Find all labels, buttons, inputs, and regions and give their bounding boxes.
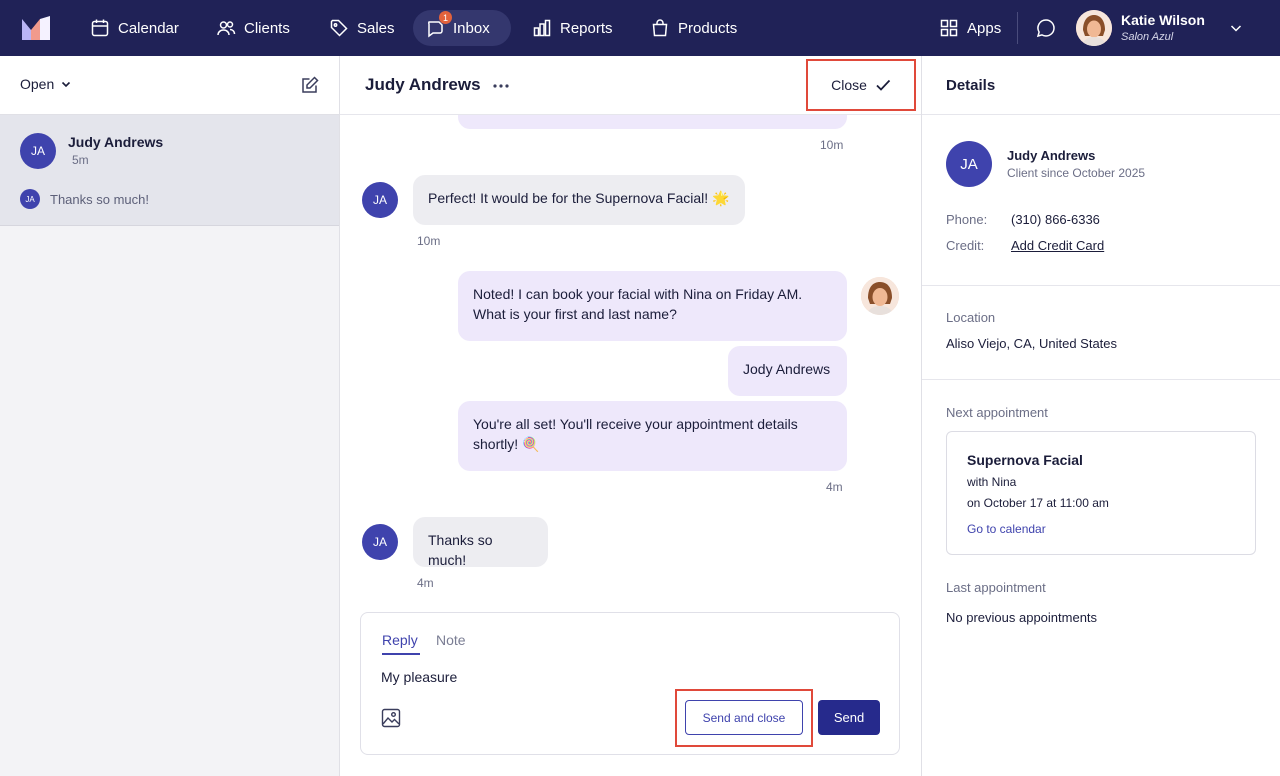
last-appointment-label: Last appointment [946, 580, 1046, 595]
location-section: Location Aliso Viejo, CA, United States [922, 286, 1280, 380]
preview-avatar: JA [20, 189, 40, 209]
message-time: 10m [820, 138, 844, 152]
nav-reports[interactable]: Reports [520, 10, 625, 46]
appointment-service: Supernova Facial [967, 452, 1083, 468]
credit-label: Credit: [946, 238, 985, 253]
conversation-panel: Judy Andrews Close 10m JA Perfect! It wo… [340, 56, 921, 776]
next-appointment-card: Supernova Facial with Nina on October 17… [946, 431, 1256, 555]
incoming-message: Perfect! It would be for the Supernova F… [413, 175, 745, 225]
tab-reply[interactable]: Reply [382, 632, 418, 648]
details-header: Details [922, 56, 1280, 115]
details-panel: Details JA Judy Andrews Client since Oct… [921, 56, 1280, 776]
send-and-close-button[interactable]: Send and close [685, 700, 803, 735]
chevron-down-icon[interactable] [1228, 20, 1244, 36]
nav-sales[interactable]: Sales [317, 10, 407, 46]
active-tab-indicator [382, 653, 420, 655]
conversation-header: Judy Andrews Close [340, 56, 921, 115]
location-label: Location [946, 310, 996, 325]
phone-value: (310) 866-6336 [1011, 212, 1100, 227]
close-label: Close [831, 77, 867, 93]
calendar-icon [91, 19, 109, 37]
nav-inbox-label: Inbox [453, 19, 490, 37]
tag-icon [330, 19, 348, 37]
conversation-title: Judy Andrews [365, 75, 481, 94]
reply-input[interactable] [381, 665, 881, 689]
client-name: Judy Andrews [1007, 148, 1096, 163]
compose-icon[interactable] [300, 75, 320, 95]
nav-reports-label: Reports [560, 19, 613, 37]
tab-note[interactable]: Note [436, 632, 466, 648]
nav-sales-label: Sales [357, 19, 395, 37]
user-avatar[interactable] [1076, 10, 1112, 46]
appointment-staff: with Nina [967, 475, 1017, 489]
checkmark-icon [876, 79, 891, 91]
location-value: Aliso Viejo, CA, United States [946, 336, 1118, 351]
client-since: Client since October 2025 [1007, 166, 1146, 180]
chevron-down-icon [62, 81, 71, 88]
message-time: 4m [417, 576, 434, 590]
apps-button[interactable]: Apps [927, 10, 1013, 46]
status-filter-dropdown[interactable]: Open [20, 76, 72, 92]
conversation-list-item[interactable]: JA Judy Andrews 5m JA Thanks so much! [0, 115, 339, 226]
last-appointment-value: No previous appointments [946, 610, 1098, 625]
nav-products-label: Products [678, 19, 738, 37]
appointment-time: on October 17 at 11:00 am [967, 496, 1109, 510]
nav-inbox[interactable]: 1 Inbox [413, 10, 511, 46]
nav-clients[interactable]: Clients [204, 10, 302, 46]
nav-divider [1017, 12, 1018, 44]
go-to-calendar-link[interactable]: Go to calendar [967, 522, 1046, 536]
bar-chart-icon [533, 19, 551, 37]
status-filter-label: Open [20, 76, 55, 92]
outgoing-message: Noted! I can book your facial with Nina … [458, 271, 847, 341]
agent-avatar [861, 277, 899, 315]
contact-avatar: JA [362, 182, 398, 218]
nav-calendar-label: Calendar [118, 19, 179, 37]
agent-photo-icon [861, 277, 899, 315]
shopping-bag-icon [652, 19, 668, 37]
incoming-message: Thanks so much! [413, 517, 548, 568]
conversation-list-header: Open [0, 56, 339, 115]
send-button[interactable]: Send [818, 700, 880, 735]
client-avatar: JA [946, 141, 992, 187]
contact-avatar: JA [362, 524, 398, 560]
contact-avatar: JA [20, 133, 56, 169]
details-title: Details [946, 77, 996, 94]
user-photo-icon [1076, 10, 1112, 46]
clients-icon [217, 21, 236, 36]
chat-bubble-icon[interactable] [1034, 16, 1058, 40]
message-time: 4m [826, 480, 843, 494]
client-section: JA Judy Andrews Client since October 202… [922, 116, 1280, 286]
outgoing-message: Jody Andrews [728, 346, 847, 396]
more-options-icon[interactable] [492, 78, 510, 94]
grid-icon [940, 19, 958, 37]
conversation-list-panel: Open JA Judy Andrews 5m JA Thanks so muc… [0, 56, 340, 776]
close-conversation-button[interactable]: Close [806, 59, 916, 111]
user-name: Katie Wilson [1121, 12, 1205, 28]
nav-calendar[interactable]: Calendar [78, 10, 191, 46]
apps-label: Apps [967, 19, 1002, 37]
nav-products[interactable]: Products [638, 10, 749, 46]
image-icon[interactable] [381, 708, 401, 728]
conversation-preview: Thanks so much! [50, 192, 149, 207]
reply-composer: Reply Note Send and close Send [360, 612, 900, 755]
phone-label: Phone: [946, 212, 988, 227]
nav-clients-label: Clients [244, 19, 290, 37]
contact-name: Judy Andrews [68, 134, 164, 150]
conversation-time: 5m [72, 153, 89, 167]
logo-icon[interactable] [22, 16, 50, 40]
message-time: 10m [417, 234, 441, 248]
outgoing-message: You're all set! You'll receive your appo… [458, 401, 847, 471]
top-nav: Calendar Clients Sales 1 Inbox Reports P… [0, 0, 1280, 56]
inbox-badge: 1 [439, 11, 452, 24]
next-appointment-label: Next appointment [946, 405, 1048, 420]
user-business: Salon Azul [1121, 31, 1174, 43]
add-credit-card-link[interactable]: Add Credit Card [1011, 238, 1104, 253]
